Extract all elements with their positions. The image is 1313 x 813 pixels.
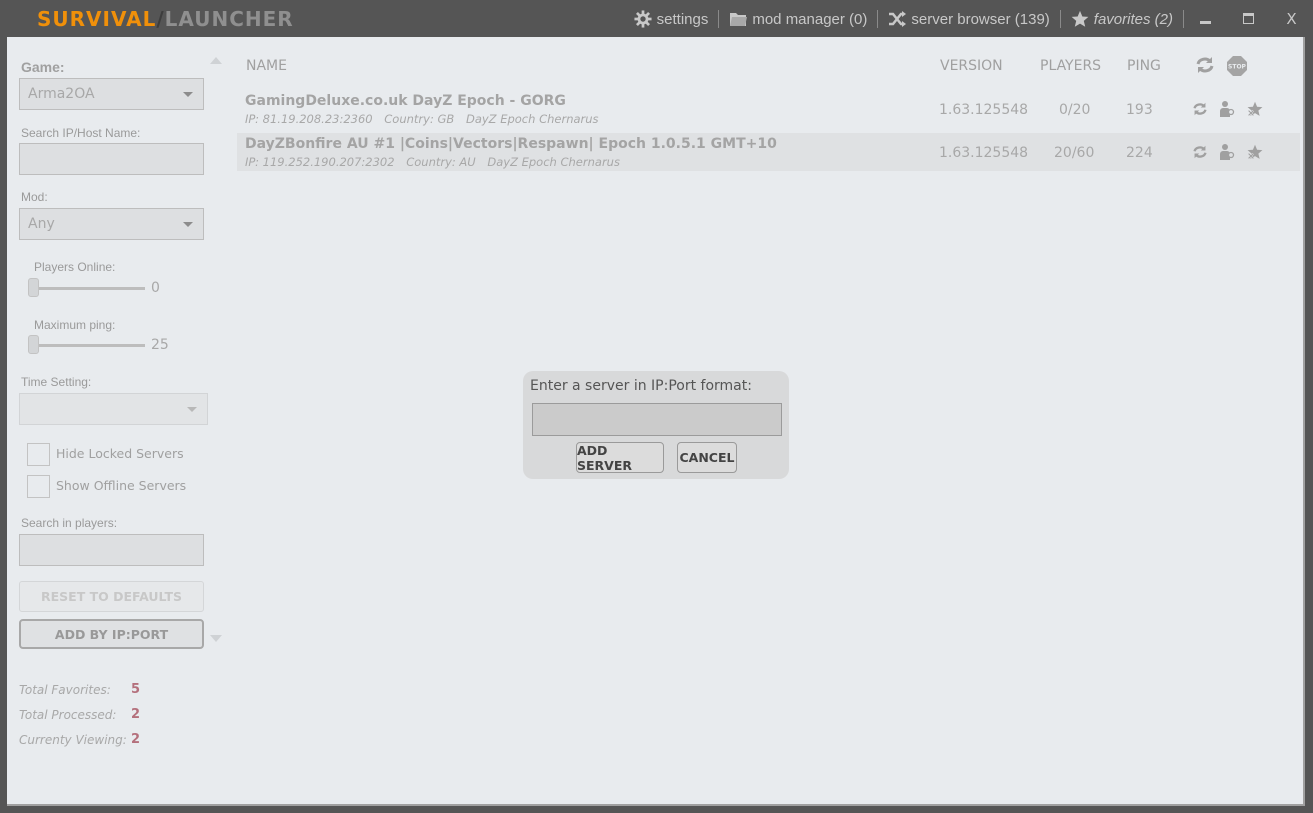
server-ping: 193: [1126, 102, 1153, 118]
server-address-input[interactable]: [532, 403, 782, 436]
total-processed-label: Total Processed:: [19, 708, 117, 722]
maximize-button[interactable]: [1227, 0, 1270, 38]
server-ip: IP: 81.19.208.23:2360: [245, 112, 373, 126]
nav-settings-label: settings: [656, 10, 709, 28]
server-name: DayZBonfire AU #1 |Coins|Vectors|Respawn…: [245, 136, 777, 152]
chevron-down-icon: [183, 92, 193, 97]
search-players-input[interactable]: [19, 534, 204, 566]
server-country: Country: GB: [384, 112, 455, 126]
mod-label: Mod:: [21, 190, 48, 204]
scroll-down-arrow-icon[interactable]: [210, 635, 222, 642]
close-button[interactable]: X: [1270, 0, 1313, 38]
search-host-label: Search IP/Host Name:: [21, 126, 141, 140]
hide-locked-label: Hide Locked Servers: [56, 446, 184, 461]
players-online-slider-track[interactable]: [30, 287, 145, 290]
nav-server-browser[interactable]: server browser (139): [878, 10, 1059, 28]
logo-separator: /: [156, 7, 165, 31]
player-search-icon[interactable]: [1219, 144, 1235, 160]
add-by-ip-button[interactable]: ADD BY IP:PORT: [19, 619, 204, 649]
add-server-dialog: Enter a server in IP:Port format: ADD SE…: [523, 371, 789, 479]
max-ping-slider-thumb[interactable]: [28, 335, 39, 354]
game-select-value: Arma2OA: [28, 86, 95, 102]
time-setting-select[interactable]: [19, 393, 208, 425]
minimize-button[interactable]: [1184, 0, 1227, 38]
remove-favorite-icon[interactable]: [1247, 101, 1263, 117]
currently-viewing-value: 2: [131, 732, 141, 747]
server-country: Country: AU: [406, 155, 476, 169]
nav-server-browser-label: server browser (139): [911, 10, 1050, 28]
player-search-icon[interactable]: [1219, 101, 1235, 117]
search-host-input[interactable]: [19, 143, 204, 175]
chevron-down-icon: [183, 222, 193, 227]
server-name: GamingDeluxe.co.uk DayZ Epoch - GORG: [245, 93, 566, 109]
mod-select[interactable]: Any: [19, 208, 204, 240]
show-offline-checkbox[interactable]: [27, 475, 50, 498]
close-icon: X: [1286, 10, 1297, 28]
column-header-players[interactable]: PLAYERS: [1040, 58, 1101, 74]
server-players: 20/60: [1054, 145, 1095, 161]
server-players: 0/20: [1059, 102, 1091, 118]
maximize-icon: [1242, 13, 1254, 24]
add-server-button[interactable]: ADD SERVER: [576, 442, 664, 473]
shuffle-icon: [889, 11, 907, 27]
logo-survival: SURVIVAL: [37, 7, 157, 31]
game-label: Game:: [21, 59, 65, 75]
title-bar: SURVIVAL/LAUNCHER settings mod manager (…: [0, 0, 1313, 38]
filter-sidebar: Game: Arma2OA Search IP/Host Name: Mod: …: [7, 37, 237, 804]
show-offline-label: Show Offline Servers: [56, 478, 187, 493]
players-online-slider-thumb[interactable]: [28, 278, 39, 297]
reset-defaults-button[interactable]: RESET TO DEFAULTS: [19, 581, 204, 612]
nav-mod-manager[interactable]: mod manager (0): [719, 11, 877, 28]
players-online-label: Players Online:: [34, 260, 116, 274]
time-setting-label: Time Setting:: [21, 375, 92, 389]
scroll-up-arrow-icon[interactable]: [210, 57, 222, 64]
main-panel: Game: Arma2OA Search IP/Host Name: Mod: …: [7, 37, 1305, 806]
cancel-button[interactable]: CANCEL: [677, 442, 737, 473]
game-select[interactable]: Arma2OA: [19, 78, 204, 110]
server-version: 1.63.125548: [939, 145, 1029, 161]
total-favorites-value: 5: [131, 682, 141, 697]
minimize-icon: [1199, 21, 1211, 24]
server-map: DayZ Epoch Chernarus: [465, 112, 599, 126]
column-header-ping[interactable]: PING: [1127, 58, 1161, 74]
hide-locked-checkbox[interactable]: [27, 443, 50, 466]
server-row[interactable]: GamingDeluxe.co.uk DayZ Epoch - GORG IP:…: [237, 90, 1300, 128]
chevron-down-icon: [187, 407, 197, 412]
stop-icon[interactable]: STOP: [1227, 56, 1247, 76]
total-processed-value: 2: [131, 707, 141, 722]
server-info: IP: 81.19.208.23:2360 Country: GB DayZ E…: [245, 112, 607, 126]
max-ping-value: 25: [151, 337, 169, 353]
total-favorites-label: Total Favorites:: [19, 683, 111, 697]
server-map: DayZ Epoch Chernarus: [487, 155, 620, 169]
server-row[interactable]: DayZBonfire AU #1 |Coins|Vectors|Respawn…: [237, 133, 1300, 171]
folder-icon: [730, 13, 748, 26]
column-header-version[interactable]: VERSION: [940, 58, 1003, 74]
server-info: IP: 119.252.190.207:2302 Country: AU Day…: [245, 155, 628, 169]
server-version: 1.63.125548: [939, 102, 1029, 118]
search-players-label: Search in players:: [21, 516, 118, 530]
server-ping: 224: [1126, 145, 1153, 161]
currently-viewing-label: Currenty Viewing:: [19, 733, 127, 747]
top-nav: settings mod manager (0) server browser …: [624, 0, 1313, 38]
max-ping-slider-track[interactable]: [30, 344, 145, 347]
logo-launcher: LAUNCHER: [164, 7, 294, 31]
svg-text:STOP: STOP: [1228, 64, 1247, 71]
max-ping-label: Maximum ping:: [34, 318, 116, 332]
nav-settings[interactable]: settings: [624, 10, 719, 28]
app-logo: SURVIVAL/LAUNCHER: [37, 7, 294, 31]
refresh-all-icon[interactable]: [1195, 56, 1215, 74]
star-icon: [1071, 10, 1089, 27]
nav-favorites-label: favorites (2): [1093, 10, 1173, 28]
column-header-name[interactable]: NAME: [246, 58, 287, 74]
nav-mod-manager-label: mod manager (0): [752, 10, 868, 28]
refresh-icon[interactable]: [1192, 145, 1208, 159]
dialog-label: Enter a server in IP:Port format:: [530, 378, 752, 394]
remove-favorite-icon[interactable]: [1247, 144, 1263, 160]
server-ip: IP: 119.252.190.207:2302: [245, 155, 395, 169]
players-online-value: 0: [151, 280, 160, 296]
gear-icon: [634, 10, 652, 28]
nav-favorites[interactable]: favorites (2): [1061, 10, 1183, 28]
mod-select-value: Any: [28, 216, 55, 232]
refresh-icon[interactable]: [1192, 102, 1208, 116]
